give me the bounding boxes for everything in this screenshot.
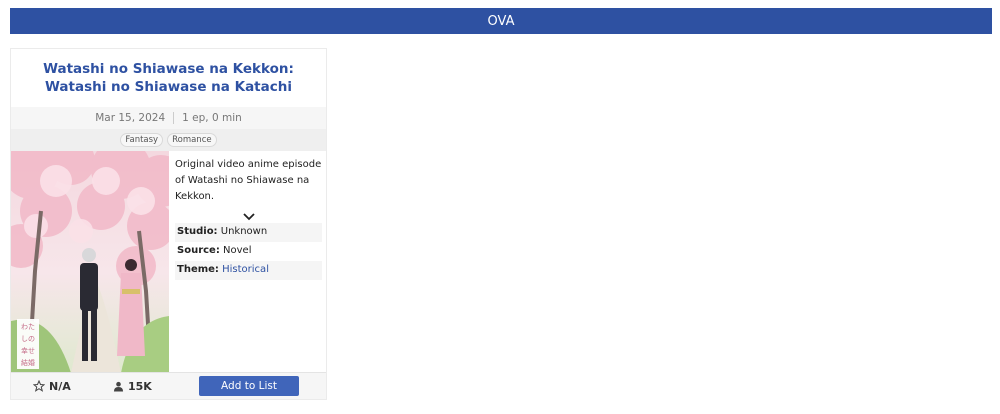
card-info: Original video anime episode of Watashi … bbox=[169, 151, 326, 373]
svg-text:しの: しの bbox=[21, 335, 35, 343]
theme-label: Theme: bbox=[177, 264, 219, 275]
genre-tag-fantasy[interactable]: Fantasy bbox=[120, 133, 164, 147]
property-studio: Studio: Unknown bbox=[175, 223, 322, 242]
source-value: Novel bbox=[223, 245, 252, 256]
studio-value: Unknown bbox=[220, 226, 268, 237]
add-to-list-button[interactable]: Add to List bbox=[199, 376, 299, 396]
genre-tag-romance[interactable]: Romance bbox=[167, 133, 217, 147]
title-line-1: Watashi no Shiawase na Kekkon: bbox=[43, 61, 294, 77]
score: N/A bbox=[33, 380, 93, 393]
anime-card: Watashi no Shiawase na Kekkon: Watashi n… bbox=[10, 48, 327, 400]
meta-divider bbox=[173, 112, 175, 124]
property-source: Source: Novel bbox=[175, 242, 322, 261]
members-count: 15K bbox=[128, 379, 152, 393]
card-body: わた しの 幸せ 結婚 Original video anime episode… bbox=[11, 151, 326, 373]
anime-title-link[interactable]: Watashi no Shiawase na Kekkon: Watashi n… bbox=[43, 60, 294, 96]
episode-info: 1 ep, 0 min bbox=[182, 112, 242, 124]
genre-list: Fantasy Romance bbox=[11, 129, 326, 151]
score-value: N/A bbox=[49, 379, 71, 393]
svg-text:幸せ: 幸せ bbox=[21, 347, 35, 355]
section-header-ova: OVA bbox=[10, 8, 992, 34]
card-title-area: Watashi no Shiawase na Kekkon: Watashi n… bbox=[11, 49, 326, 107]
svg-text:わた: わた bbox=[21, 323, 35, 331]
air-date: Mar 15, 2024 bbox=[95, 112, 166, 124]
source-label: Source: bbox=[177, 245, 220, 256]
star-outline-icon bbox=[33, 380, 45, 392]
members: 15K bbox=[113, 380, 183, 393]
svg-text:結婚: 結婚 bbox=[21, 358, 35, 367]
property-theme: Theme: Historical bbox=[175, 261, 322, 280]
section-title: OVA bbox=[487, 13, 515, 29]
card-footer: N/A 15K Add to List bbox=[11, 372, 326, 399]
theme-link-historical[interactable]: Historical bbox=[222, 264, 269, 275]
studio-label: Studio: bbox=[177, 226, 218, 237]
expand-synopsis-button[interactable] bbox=[175, 206, 322, 221]
poster-image[interactable]: わた しの 幸せ 結婚 bbox=[11, 151, 169, 373]
synopsis-text: Original video anime episode of Watashi … bbox=[175, 159, 322, 202]
card-meta: Mar 15, 2024 1 ep, 0 min bbox=[11, 107, 326, 129]
property-list: Studio: Unknown Source: Novel Theme: His… bbox=[175, 223, 322, 280]
chevron-down-icon bbox=[242, 213, 255, 221]
title-line-2: Watashi no Shiawase na Katachi bbox=[45, 79, 292, 95]
user-icon bbox=[113, 381, 124, 392]
